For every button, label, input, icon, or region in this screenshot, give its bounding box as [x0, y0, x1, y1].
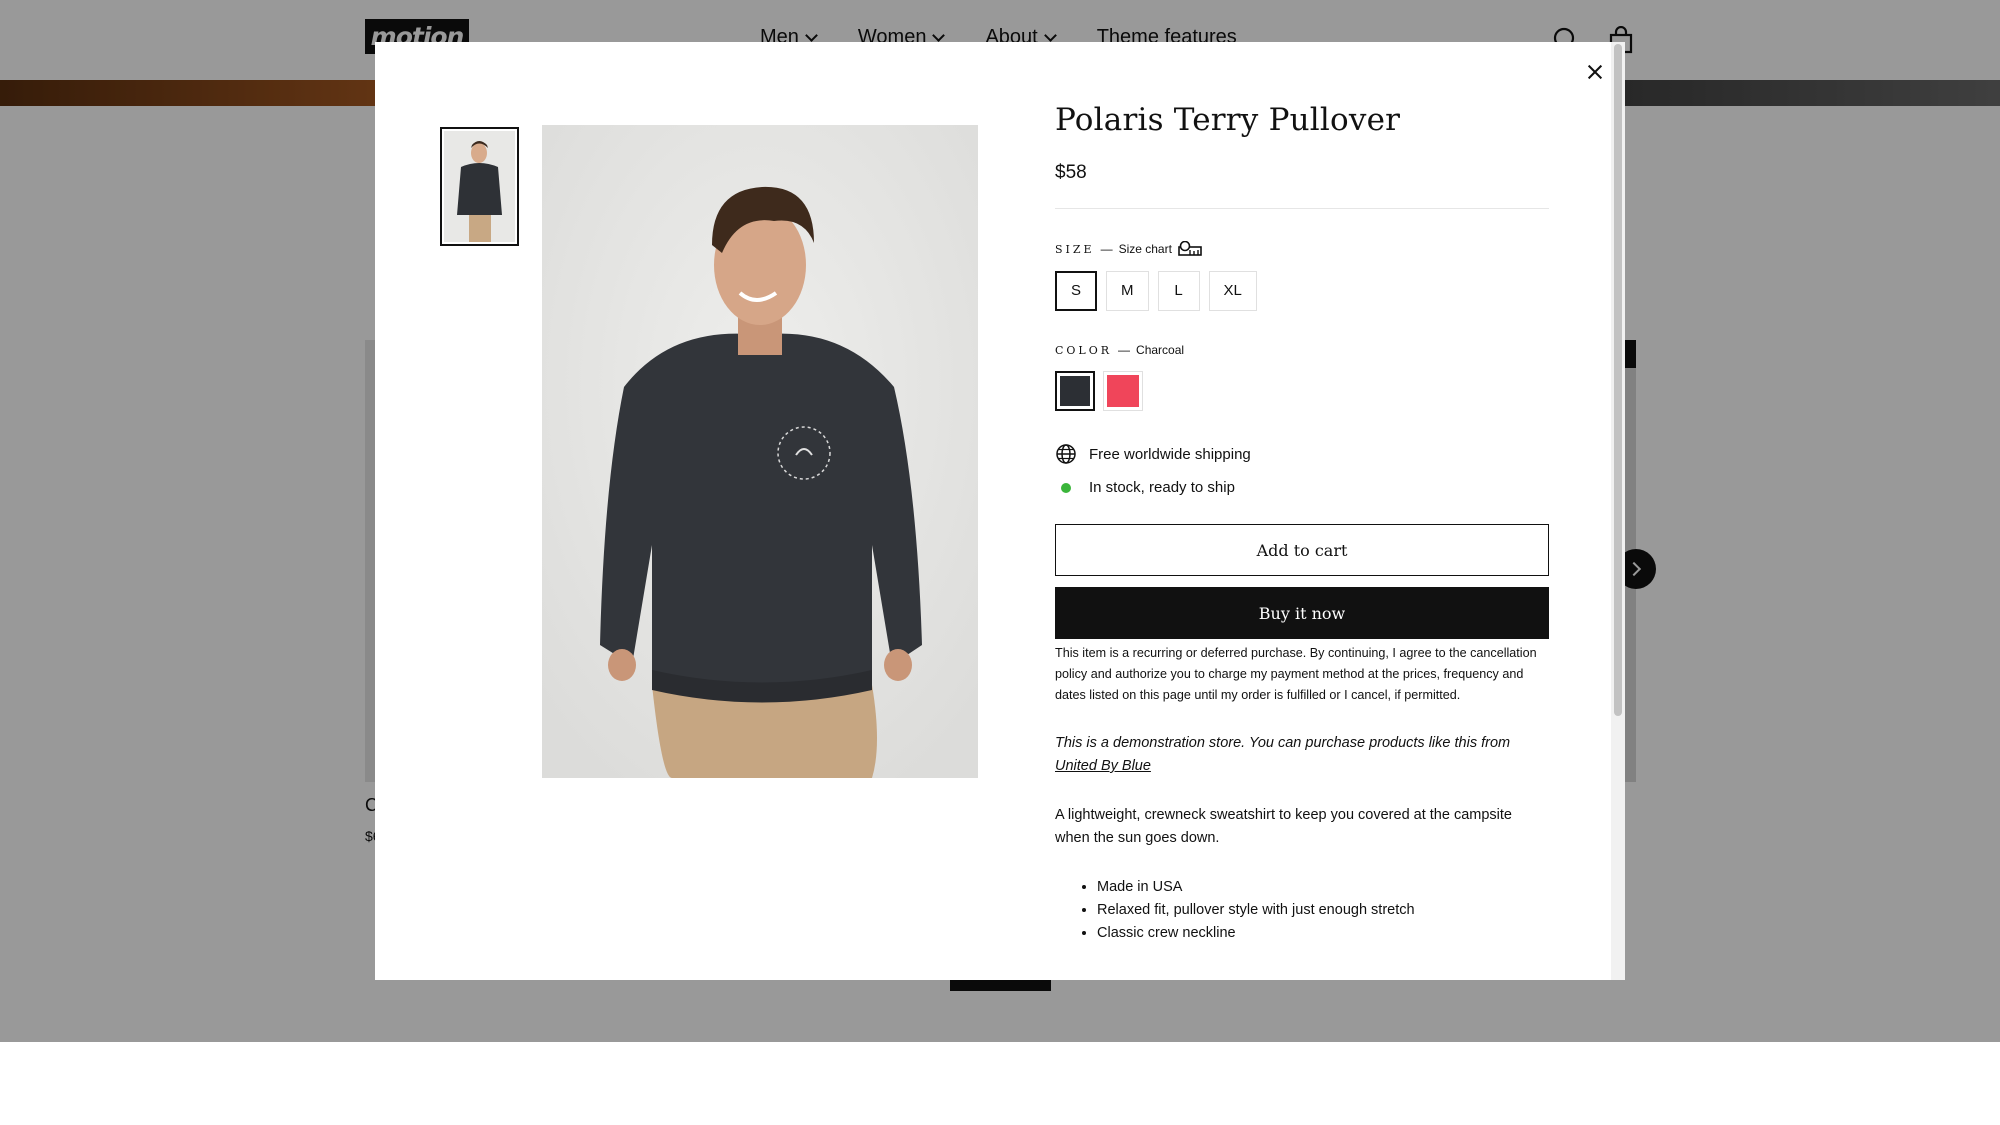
size-option-xl[interactable]: XL: [1208, 271, 1257, 311]
add-to-cart-button[interactable]: Add to cart: [1055, 524, 1549, 576]
product-price: $58: [1055, 162, 1087, 183]
shipping-info: Free worldwide shipping: [1055, 443, 1549, 465]
shipping-text: Free worldwide shipping: [1089, 445, 1251, 463]
product-main-image[interactable]: [542, 125, 978, 778]
recurring-purchase-notice: This item is a recurring or deferred pur…: [1055, 646, 1537, 702]
globe-icon: [1056, 444, 1076, 464]
size-label: SIZE: [1055, 242, 1095, 256]
in-stock-dot-icon: [1061, 482, 1071, 493]
list-item: Classic crew neckline: [1097, 922, 1549, 945]
color-swatches: [1055, 371, 1549, 411]
swatch-red[interactable]: [1103, 371, 1143, 411]
quick-view-modal: Polaris Terry Pullover $58 SIZE — Size c…: [375, 42, 1625, 980]
product-info: Polaris Terry Pullover $58 SIZE — Size c…: [1055, 102, 1549, 945]
color-label: COLOR: [1055, 343, 1113, 357]
size-option-l[interactable]: L: [1157, 271, 1200, 311]
modal-scrollbar[interactable]: [1611, 42, 1625, 980]
product-description: A lightweight, crewneck sweatshirt to ke…: [1055, 807, 1512, 846]
selected-color: Charcoal: [1136, 343, 1185, 357]
stock-status: In stock, ready to ship: [1055, 479, 1549, 496]
ruler-icon[interactable]: [1178, 241, 1202, 257]
size-option-s[interactable]: S: [1055, 271, 1098, 311]
swatch-fill: [1060, 376, 1090, 406]
size-options: S M L XL: [1055, 271, 1549, 311]
close-icon[interactable]: [1581, 58, 1609, 86]
swatch-charcoal[interactable]: [1055, 371, 1095, 411]
product-thumbnail[interactable]: [440, 127, 519, 246]
thumbnail-photo: [444, 131, 515, 242]
size-chart-link[interactable]: Size chart: [1119, 242, 1172, 256]
swatch-fill: [1107, 375, 1139, 407]
size-option-label: SIZE — Size chart: [1055, 241, 1549, 257]
buy-it-now-button[interactable]: Buy it now: [1055, 587, 1549, 639]
scrollbar-thumb[interactable]: [1614, 44, 1622, 716]
united-by-blue-link[interactable]: United By Blue: [1055, 758, 1151, 774]
product-photo: [542, 125, 978, 778]
demo-store-note: This is a demonstration store. You can p…: [1055, 735, 1511, 774]
list-item: Relaxed fit, pullover style with just en…: [1097, 899, 1549, 922]
stock-text: In stock, ready to ship: [1089, 479, 1235, 496]
color-option-label: COLOR — Charcoal: [1055, 343, 1185, 357]
divider: [1055, 208, 1549, 209]
size-option-m[interactable]: M: [1106, 271, 1149, 311]
product-title: Polaris Terry Pullover: [1055, 102, 1401, 138]
list-item: Made in USA: [1097, 876, 1549, 899]
product-bullets: Made in USA Relaxed fit, pullover style …: [1055, 876, 1549, 945]
product-features: Free worldwide shipping In stock, ready …: [1055, 443, 1549, 496]
